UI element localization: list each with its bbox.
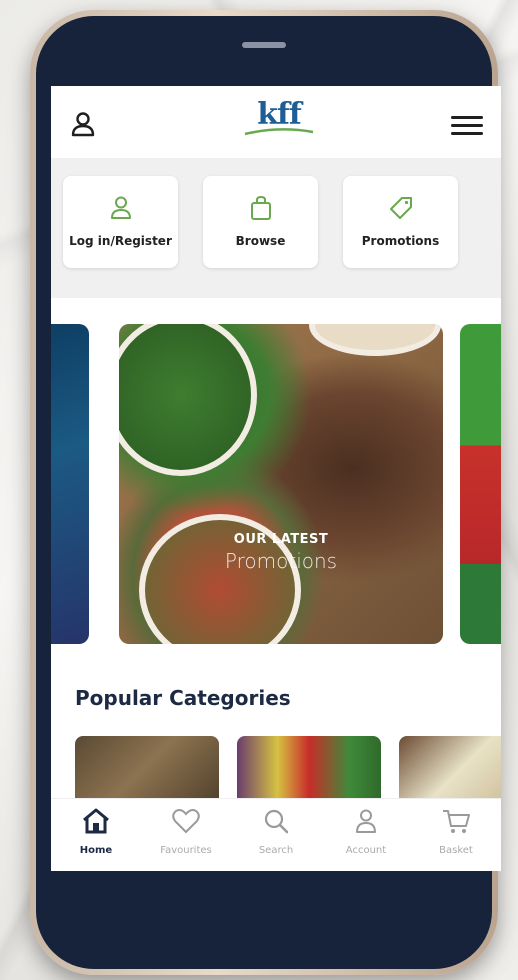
promotions-label: Promotions bbox=[361, 234, 440, 248]
menu-bar-icon bbox=[451, 124, 483, 127]
menu-bar-icon bbox=[451, 116, 483, 119]
carousel-slide-promotions[interactable]: OUR LATEST Promotions bbox=[119, 324, 443, 644]
tab-search-label: Search bbox=[258, 845, 294, 856]
plate-image bbox=[309, 324, 441, 356]
bag-icon bbox=[250, 195, 271, 220]
user-icon bbox=[71, 112, 95, 137]
carousel-slide-previous[interactable] bbox=[51, 324, 89, 644]
heart-icon bbox=[172, 809, 200, 834]
phone-speaker bbox=[242, 42, 286, 48]
tab-home-label: Home bbox=[79, 845, 113, 856]
login-register-label: Log in/Register bbox=[69, 234, 172, 248]
user-icon bbox=[356, 809, 376, 833]
login-register-button[interactable]: Log in/Register bbox=[63, 176, 178, 268]
app-header: kff bbox=[51, 86, 501, 158]
quick-actions: Log in/Register Browse Promotions bbox=[51, 158, 501, 298]
tab-favourites[interactable]: Favourites bbox=[146, 807, 226, 856]
kff-logo[interactable]: kff bbox=[239, 98, 319, 150]
tag-icon bbox=[389, 197, 412, 219]
bottom-tab-bar: Home Favourites Search Account Basket bbox=[51, 798, 501, 871]
tab-favourites-label: Favourites bbox=[160, 845, 212, 856]
account-button[interactable] bbox=[69, 110, 97, 138]
salad-bowl-image bbox=[119, 324, 257, 476]
tab-account[interactable]: Account bbox=[326, 807, 406, 856]
tab-home[interactable]: Home bbox=[56, 807, 136, 856]
search-icon bbox=[264, 809, 289, 834]
browse-label: Browse bbox=[235, 234, 286, 248]
tab-account-label: Account bbox=[345, 845, 387, 856]
cart-icon bbox=[443, 810, 470, 833]
browse-button[interactable]: Browse bbox=[203, 176, 318, 268]
menu-bar-icon bbox=[451, 132, 483, 135]
tab-search[interactable]: Search bbox=[236, 807, 316, 856]
promotions-button[interactable]: Promotions bbox=[343, 176, 458, 268]
home-icon bbox=[83, 808, 109, 834]
tab-basket[interactable]: Basket bbox=[416, 807, 496, 856]
phone-bezel: kff Log in/Register Browse Promotions OU… bbox=[36, 16, 501, 969]
logo-swoosh-icon bbox=[244, 128, 314, 136]
banner-line2: Promotions bbox=[224, 549, 338, 573]
popular-categories-title: Popular Categories bbox=[75, 686, 291, 710]
app-screen: kff Log in/Register Browse Promotions OU… bbox=[51, 86, 501, 871]
user-icon bbox=[110, 196, 131, 219]
promo-carousel[interactable]: OUR LATEST Promotions bbox=[51, 316, 501, 646]
banner-caption: OUR LATEST Promotions bbox=[119, 532, 443, 573]
banner-line1: OUR LATEST bbox=[233, 532, 329, 547]
phone-frame: kff Log in/Register Browse Promotions OU… bbox=[30, 10, 501, 975]
hamburger-menu-button[interactable] bbox=[451, 116, 483, 136]
tab-basket-label: Basket bbox=[439, 845, 473, 856]
carousel-slide-next[interactable] bbox=[460, 324, 501, 644]
